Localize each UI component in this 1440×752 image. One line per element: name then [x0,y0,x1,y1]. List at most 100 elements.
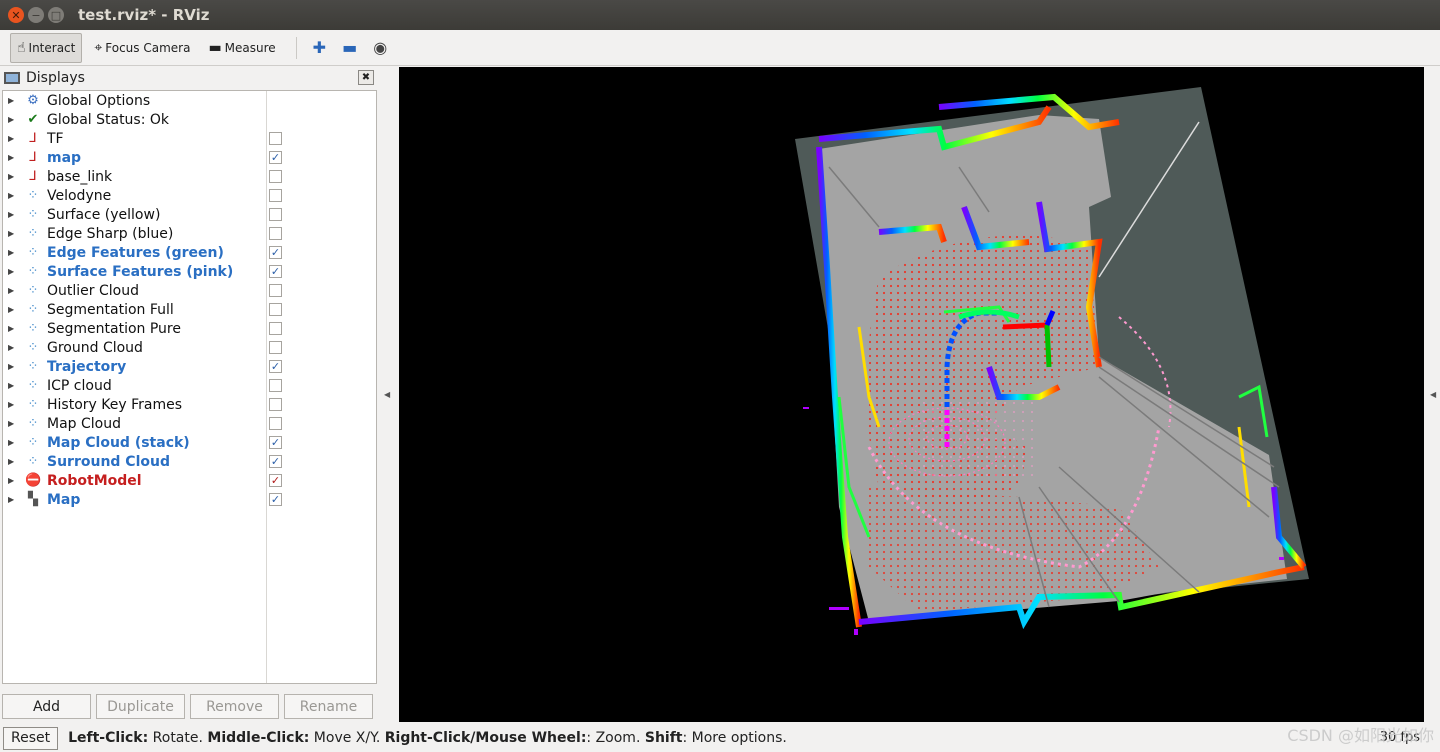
axes-icon: ⅃ [29,131,37,146]
display-enable-checkbox[interactable]: ✓ [269,151,282,164]
right-collapse-arrow-icon[interactable]: ◀ [1430,390,1436,399]
display-enable-checkbox[interactable] [269,379,282,392]
display-item-segmentation-full[interactable]: ▶ ⁘ Segmentation Full [3,300,375,319]
display-item-trajectory[interactable]: ▶ ⁘ Trajectory ✓ [3,357,375,376]
display-enable-checkbox[interactable]: ✓ [269,436,282,449]
expand-arrow-icon[interactable]: ▶ [8,400,14,409]
expand-arrow-icon[interactable]: ▶ [8,134,14,143]
display-enable-checkbox[interactable]: ✓ [269,455,282,468]
expand-arrow-icon[interactable]: ▶ [8,495,14,504]
display-item-map-cloud-stack[interactable]: ▶ ⁘ Map Cloud (stack) ✓ [3,433,375,452]
remove-tool-minus-icon[interactable]: ▬ [342,38,357,57]
display-enable-checkbox[interactable]: ✓ [269,246,282,259]
minimize-window-icon[interactable]: − [28,7,44,23]
expand-arrow-icon[interactable]: ▶ [8,305,14,314]
expand-arrow-icon[interactable]: ▶ [8,96,14,105]
add-display-button[interactable]: Add [2,694,91,719]
expand-arrow-icon[interactable]: ▶ [8,172,14,181]
display-enable-checkbox[interactable] [269,398,282,411]
display-item-edge-features-green[interactable]: ▶ ⁘ Edge Features (green) ✓ [3,243,375,262]
crosshair-icon: ⌖ [94,39,103,56]
gear-icon: ⚙ [27,93,39,108]
measure-tool-button[interactable]: ▬ Measure [202,33,281,63]
pointcloud-icon: ⁘ [27,302,39,317]
display-item-surround-cloud[interactable]: ▶ ⁘ Surround Cloud ✓ [3,452,375,471]
display-enable-checkbox[interactable]: ✓ [269,474,282,487]
expand-arrow-icon[interactable]: ▶ [8,438,14,447]
expand-arrow-icon[interactable]: ▶ [8,229,14,238]
display-item-label: Surround Cloud [47,453,170,470]
display-item-label: Outlier Cloud [47,282,139,299]
display-enable-checkbox[interactable] [269,170,282,183]
measure-tool-label: Measure [224,40,276,55]
display-enable-checkbox[interactable] [269,284,282,297]
display-item-map-cloud[interactable]: ▶ ⁘ Map Cloud [3,414,375,433]
pointcloud-icon: ⁘ [27,435,39,450]
rename-display-button[interactable]: Rename [284,694,373,719]
display-item-tf[interactable]: ▶ ⅃ TF [3,129,375,148]
close-window-icon[interactable]: ✕ [8,7,24,23]
display-enable-checkbox[interactable] [269,227,282,240]
display-item-label: Segmentation Full [47,301,174,318]
expand-arrow-icon[interactable]: ▶ [8,343,14,352]
expand-arrow-icon[interactable]: ▶ [8,362,14,371]
display-enable-checkbox[interactable] [269,132,282,145]
display-item-surface-yellow[interactable]: ▶ ⁘ Surface (yellow) [3,205,375,224]
display-item-segmentation-pure[interactable]: ▶ ⁘ Segmentation Pure [3,319,375,338]
expand-arrow-icon[interactable]: ▶ [8,419,14,428]
expand-arrow-icon[interactable]: ▶ [8,381,14,390]
display-enable-checkbox[interactable] [269,341,282,354]
display-item-outlier-cloud[interactable]: ▶ ⁘ Outlier Cloud [3,281,375,300]
expand-arrow-icon[interactable]: ▶ [8,210,14,219]
display-enable-checkbox[interactable] [269,417,282,430]
display-item-global-status-ok[interactable]: ▶ ✔ Global Status: Ok [3,110,375,129]
expand-arrow-icon[interactable]: ▶ [8,248,14,257]
pointcloud-icon: ⁘ [27,283,39,298]
display-enable-checkbox[interactable] [269,322,282,335]
expand-arrow-icon[interactable]: ▶ [8,191,14,200]
display-enable-checkbox[interactable] [269,208,282,221]
display-item-velodyne[interactable]: ▶ ⁘ Velodyne [3,186,375,205]
display-item-base-link[interactable]: ▶ ⅃ base_link [3,167,375,186]
expand-arrow-icon[interactable]: ▶ [8,267,14,276]
hand-pointer-icon: ☝ [17,39,26,56]
display-item-map[interactable]: ▶ ▚ Map ✓ [3,490,375,509]
display-item-label: Segmentation Pure [47,320,181,337]
add-tool-plus-icon[interactable]: ✚ [313,38,326,57]
expand-arrow-icon[interactable]: ▶ [8,324,14,333]
maximize-window-icon[interactable]: □ [48,7,64,23]
interact-tool-button[interactable]: ☝ Interact [10,32,83,63]
remove-display-button[interactable]: Remove [190,694,279,719]
display-item-history-key-frames[interactable]: ▶ ⁘ History Key Frames [3,395,375,414]
reset-button[interactable]: Reset [3,726,59,750]
eye-view-icon[interactable]: ◉ [373,38,387,57]
duplicate-display-button[interactable]: Duplicate [96,694,185,719]
close-panel-icon[interactable]: ✖ [358,70,374,85]
expand-arrow-icon[interactable]: ▶ [8,286,14,295]
display-enable-checkbox[interactable]: ✓ [269,360,282,373]
expand-arrow-icon[interactable]: ▶ [8,153,14,162]
display-enable-checkbox[interactable]: ✓ [269,493,282,506]
display-item-edge-sharp-blue[interactable]: ▶ ⁘ Edge Sharp (blue) [3,224,375,243]
displays-tree[interactable]: ▶ ⚙ Global Options ▶ ✔ Global Status: Ok ▶ ⅃ TF ▶… [2,90,377,684]
expand-arrow-icon[interactable]: ▶ [8,457,14,466]
display-enable-checkbox[interactable]: ✓ [269,265,282,278]
focus-camera-tool-button[interactable]: ⌖ Focus Camera [88,33,196,63]
display-enable-checkbox[interactable] [269,303,282,316]
tool-toolbar: ☝ Interact ⌖ Focus Camera ▬ Measure ✚ ▬ … [0,30,1440,66]
display-item-map[interactable]: ▶ ⅃ map ✓ [3,148,375,167]
display-item-surface-features-pink[interactable]: ▶ ⁘ Surface Features (pink) ✓ [3,262,375,281]
axes-icon: ⅃ [29,150,37,165]
left-collapse-arrow-icon[interactable]: ◀ [384,390,390,399]
display-item-global-options[interactable]: ▶ ⚙ Global Options [3,91,375,110]
expand-arrow-icon[interactable]: ▶ [8,476,14,485]
3d-viewport[interactable] [399,67,1424,722]
displays-panel-title: Displays [26,70,85,86]
display-item-ground-cloud[interactable]: ▶ ⁘ Ground Cloud [3,338,375,357]
display-item-robotmodel[interactable]: ▶ ⛔ RobotModel ✓ [3,471,375,490]
expand-arrow-icon[interactable]: ▶ [8,115,14,124]
display-item-icp-cloud[interactable]: ▶ ⁘ ICP cloud [3,376,375,395]
window-title: test.rviz* - RViz [78,6,210,24]
display-item-label: RobotModel [47,472,142,489]
display-enable-checkbox[interactable] [269,189,282,202]
